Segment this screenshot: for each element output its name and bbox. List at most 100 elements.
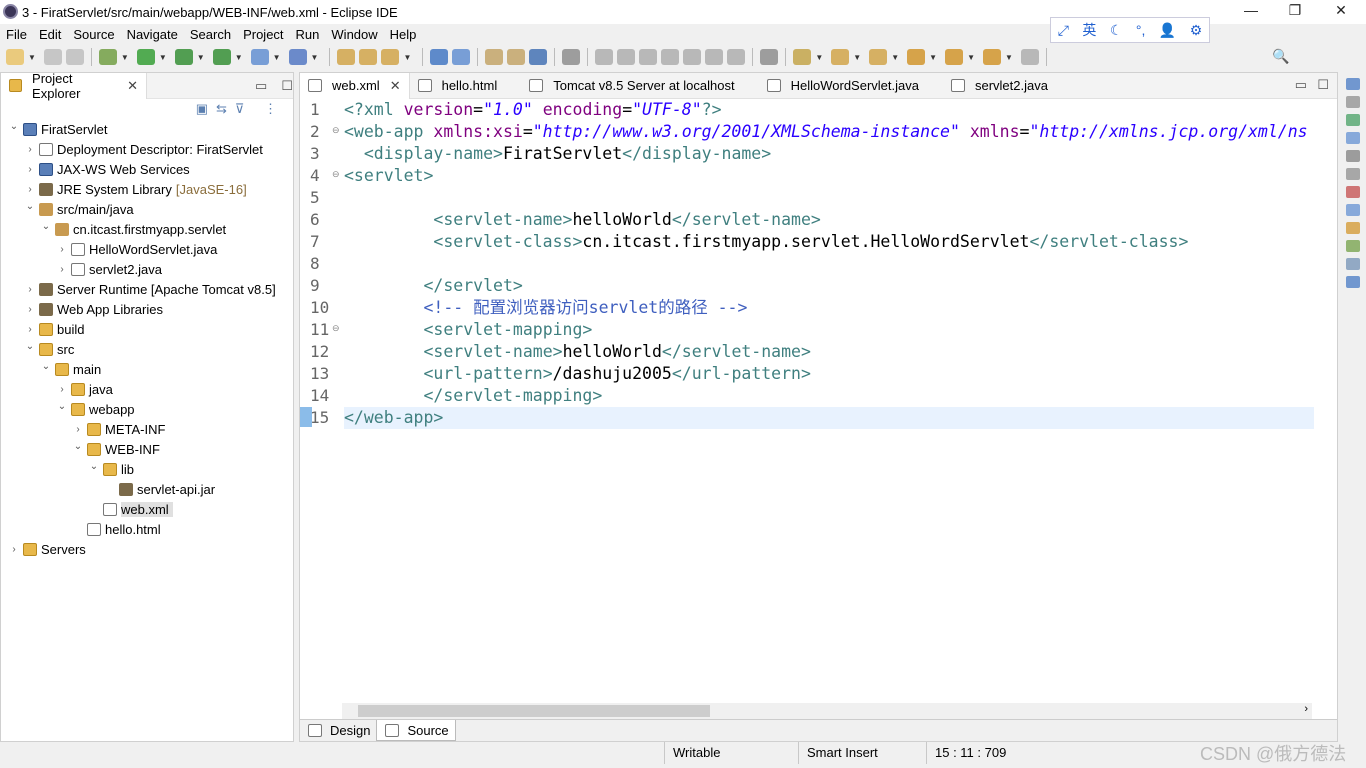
view-icon[interactable] [1346, 240, 1360, 252]
tree-item[interactable]: ⌄ webapp [55, 399, 135, 419]
chevron-down-icon[interactable]: ⌄ [7, 121, 21, 132]
toolbar-button-icon[interactable] [661, 49, 680, 65]
toolbar-button-icon[interactable] [683, 49, 702, 65]
tree-item[interactable]: ⌄ lib [87, 459, 134, 479]
view-icon[interactable] [1346, 258, 1360, 270]
chevron-down-icon[interactable]: ⌄ [23, 341, 37, 352]
dropdown-arrow-icon[interactable]: ▼ [159, 53, 167, 62]
horizontal-scrollbar[interactable]: › [342, 703, 1312, 719]
toolbar-button-icon[interactable] [869, 49, 888, 65]
chevron-down-icon[interactable]: ⌄ [39, 221, 53, 232]
fold-toggle-icon[interactable]: ⊖ [332, 323, 340, 334]
editor-tab[interactable]: Tomcat v8.5 Server at localhost [521, 73, 758, 99]
chevron-down-icon[interactable]: ⌄ [39, 361, 53, 372]
toolbar-button-icon[interactable] [760, 49, 779, 65]
toolbar-button-icon[interactable] [485, 49, 504, 65]
tree-item[interactable]: › Server Runtime [Apache Tomcat v8.5] [23, 279, 275, 299]
fold-toggle-icon[interactable]: ⊖ [332, 125, 340, 136]
chevron-right-icon[interactable]: › [55, 244, 69, 255]
view-icon[interactable] [1346, 114, 1360, 126]
toolbar-button-icon[interactable] [430, 49, 449, 65]
toolbar-button-icon[interactable] [6, 49, 24, 65]
dropdown-arrow-icon[interactable]: ▼ [853, 53, 861, 62]
dropdown-arrow-icon[interactable]: ▼ [403, 53, 411, 62]
editor-maximize-icon[interactable]: ☐ [1317, 77, 1329, 93]
toolbar-button-icon[interactable] [831, 49, 850, 65]
toolbar-button-icon[interactable] [174, 49, 193, 65]
editor-tab[interactable]: HelloWordServlet.java [759, 73, 943, 99]
toolbar-button-icon[interactable] [136, 49, 155, 65]
tree-item[interactable]: ⌄ FiratServlet [7, 119, 108, 139]
tree-item[interactable]: ⌄ cn.itcast.firstmyapp.servlet [39, 219, 226, 239]
dropdown-arrow-icon[interactable]: ▼ [891, 53, 899, 62]
tab-source[interactable]: Source [376, 720, 456, 741]
toolbar-button-icon[interactable] [727, 49, 746, 65]
tree-item[interactable]: › java [55, 379, 113, 399]
menu-window[interactable]: Window [331, 27, 377, 42]
toolbar-button-icon[interactable] [907, 49, 926, 65]
toolbar-button-icon[interactable] [250, 49, 269, 65]
chevron-down-icon[interactable]: ⌄ [55, 401, 69, 412]
chevron-right-icon[interactable]: › [23, 164, 37, 175]
editor-tab[interactable]: hello.html [410, 73, 522, 99]
toolbar-button-icon[interactable] [639, 49, 658, 65]
view-icon[interactable] [1346, 222, 1360, 234]
chevron-down-icon[interactable]: ⌄ [71, 441, 85, 452]
editor-tab[interactable]: servlet2.java [943, 73, 1072, 99]
toolbar-button-icon[interactable] [359, 49, 378, 65]
dropdown-arrow-icon[interactable]: ▼ [197, 53, 205, 62]
fold-toggle-icon[interactable]: ⊖ [332, 169, 340, 180]
editor-tab[interactable]: web.xml ✕ [300, 72, 410, 99]
tree-item[interactable]: ⌄ src/main/java [23, 199, 134, 219]
dropdown-arrow-icon[interactable]: ▼ [28, 53, 36, 62]
view-icon[interactable] [1346, 78, 1360, 90]
tree-item[interactable]: › META-INF [71, 419, 165, 439]
maximize-button[interactable]: ❐ [1280, 2, 1310, 19]
toolbar-button-icon[interactable] [982, 49, 1001, 65]
toolbar-button-icon[interactable] [562, 49, 581, 65]
toolbar-button-icon[interactable] [212, 49, 231, 65]
scroll-thumb[interactable] [358, 705, 710, 717]
minimize-icon[interactable]: ▭ [255, 78, 267, 94]
chevron-right-icon[interactable]: › [23, 184, 37, 195]
dropdown-arrow-icon[interactable]: ▼ [967, 53, 975, 62]
dropdown-arrow-icon[interactable]: ▼ [1005, 53, 1013, 62]
view-icon[interactable] [1346, 96, 1360, 108]
explorer-toolbar[interactable]: ▣⇆⊽ ⋮ [196, 101, 285, 117]
chevron-right-icon[interactable]: › [71, 424, 85, 435]
tree-item[interactable]: › JRE System Library [JavaSE-16] [23, 179, 246, 199]
vertical-scrollbar[interactable] [1315, 99, 1337, 703]
chevron-right-icon[interactable]: › [23, 144, 37, 155]
editor-minimize-icon[interactable]: ▭ [1295, 77, 1307, 93]
tab-project-explorer[interactable]: Project Explorer ✕ [1, 71, 148, 101]
view-icon[interactable] [1346, 204, 1360, 216]
toolbar-button-icon[interactable] [793, 49, 812, 65]
dropdown-arrow-icon[interactable]: ▼ [311, 53, 319, 62]
view-icon[interactable] [1346, 132, 1360, 144]
chevron-right-icon[interactable]: › [23, 284, 37, 295]
tree-item[interactable]: › Deployment Descriptor: FiratServlet [23, 139, 263, 159]
close-icon[interactable]: ✕ [127, 78, 138, 94]
close-tab-icon[interactable]: ✕ [390, 78, 401, 94]
tree-item[interactable]: hello.html [71, 519, 161, 539]
tree-item[interactable]: › build [23, 319, 84, 339]
dropdown-arrow-icon[interactable]: ▼ [235, 53, 243, 62]
toolbar-button-icon[interactable] [381, 49, 400, 65]
dropdown-arrow-icon[interactable]: ▼ [929, 53, 937, 62]
close-button[interactable]: ✕ [1326, 2, 1356, 19]
view-icon[interactable] [1346, 186, 1360, 198]
dropdown-arrow-icon[interactable]: ▼ [121, 53, 129, 62]
tree-item[interactable]: servlet-api.jar [103, 479, 215, 499]
menu-project[interactable]: Project [243, 27, 283, 42]
chevron-right-icon[interactable]: › [55, 384, 69, 395]
dropdown-arrow-icon[interactable]: ▼ [273, 53, 281, 62]
tab-design[interactable]: Design [300, 720, 376, 741]
maximize-icon[interactable]: ☐ [281, 78, 293, 94]
chevron-down-icon[interactable]: ⌄ [87, 461, 101, 472]
toolbar-button-icon[interactable] [98, 49, 117, 65]
menu-help[interactable]: Help [390, 27, 417, 42]
menu-edit[interactable]: Edit [39, 27, 61, 42]
tree-item[interactable]: › Servers [7, 539, 85, 559]
toolbar-button-icon[interactable] [1020, 49, 1039, 65]
toolbar-button-icon[interactable] [617, 49, 636, 65]
